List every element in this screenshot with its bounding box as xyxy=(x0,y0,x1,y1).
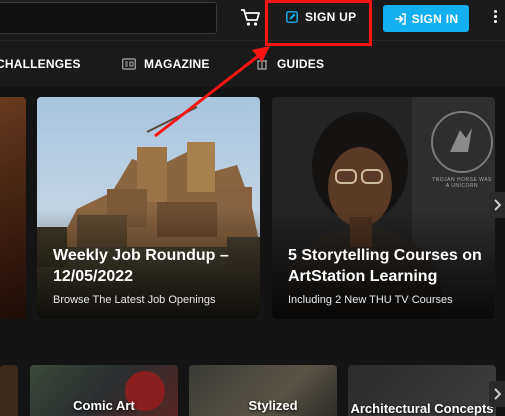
thu-logo-text: TROJAN HORSE WAS A UNICORN xyxy=(432,177,492,189)
highlight-box xyxy=(265,0,372,46)
category-tile-partial[interactable] xyxy=(0,365,18,416)
sign-in-icon xyxy=(394,12,406,25)
top-bar: SIGN UP SIGN IN xyxy=(0,0,505,40)
card-storytelling-courses[interactable]: TROJAN HORSE WAS A UNICORN 5 Storytellin… xyxy=(272,97,495,319)
card-weekly-job-roundup[interactable]: Weekly Job Roundup – 12/05/2022 Browse T… xyxy=(37,97,260,319)
card-subtitle: Browse The Latest Job Openings xyxy=(53,294,216,306)
magazine-icon xyxy=(122,58,136,70)
main-nav: CHALLENGES MAGAZINE GUIDES xyxy=(0,40,505,87)
card-title: 5 Storytelling Courses on ArtStation Lea… xyxy=(288,247,482,285)
nav-item-magazine[interactable]: MAGAZINE xyxy=(122,41,210,87)
category-label: Stylized xyxy=(248,398,298,413)
nav-item-challenges[interactable]: CHALLENGES xyxy=(0,41,81,87)
nav-label: GUIDES xyxy=(277,57,325,71)
nav-label: CHALLENGES xyxy=(0,57,81,71)
card-subtitle: Including 2 New THU TV Courses xyxy=(288,294,453,306)
cart-icon[interactable] xyxy=(240,8,262,28)
nav-item-guides[interactable]: GUIDES xyxy=(255,41,324,87)
card-partial-left[interactable] xyxy=(0,97,26,319)
guides-icon xyxy=(257,58,267,70)
category-label: Comic Art xyxy=(73,398,135,413)
nav-label: MAGAZINE xyxy=(144,57,210,71)
card-title: Weekly Job Roundup – 12/05/2022 xyxy=(53,247,229,285)
carousel-next-button[interactable] xyxy=(489,192,505,218)
search-input[interactable] xyxy=(0,2,217,34)
category-next-button[interactable] xyxy=(489,381,505,407)
category-tile-comic-art[interactable]: Comic Art xyxy=(30,365,178,416)
category-label: Architectural Concepts xyxy=(350,401,494,416)
category-tile-stylized[interactable]: Stylized xyxy=(189,365,337,416)
sign-in-button[interactable]: SIGN IN xyxy=(383,5,469,32)
category-tile-architectural[interactable]: Architectural Concepts xyxy=(348,365,496,416)
chevron-right-icon xyxy=(494,199,501,211)
more-vertical-icon[interactable] xyxy=(492,10,498,26)
sign-in-label: SIGN IN xyxy=(411,11,459,26)
chevron-right-icon xyxy=(494,388,501,400)
